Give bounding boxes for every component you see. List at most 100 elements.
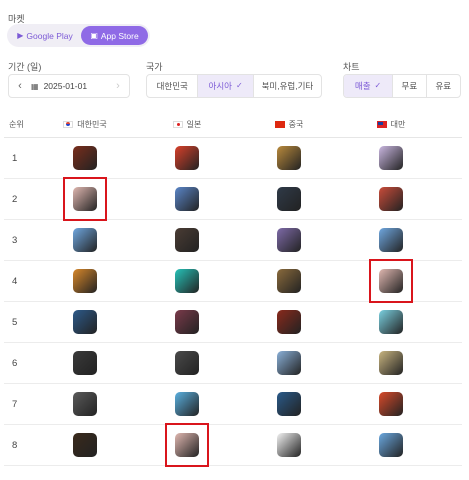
app-icon[interactable] <box>73 351 97 375</box>
app-icon[interactable] <box>379 228 403 252</box>
country-option-asia[interactable]: 아시아 ✓ <box>198 75 254 97</box>
calendar-icon[interactable]: ▦ <box>31 82 39 91</box>
app-icon[interactable] <box>175 351 199 375</box>
chart-option-free[interactable]: 무료 <box>393 75 427 97</box>
app-icon[interactable] <box>73 146 97 170</box>
table-cell <box>34 220 136 260</box>
table-cell <box>340 384 442 424</box>
market-toggle: ▶ Google Play ▣ App Store <box>7 24 150 47</box>
table-cell <box>340 302 442 342</box>
app-icon[interactable] <box>277 433 301 457</box>
table-cell <box>136 138 238 178</box>
app-icon[interactable] <box>379 351 403 375</box>
date-value[interactable]: 2025-01-01 <box>44 81 107 91</box>
google-play-label: Google Play <box>26 30 73 41</box>
rank-number: 4 <box>12 275 18 287</box>
rank-number: 8 <box>12 439 18 451</box>
korea-flag-icon <box>63 121 74 128</box>
country-option-label: 아시아 <box>208 81 232 91</box>
table-row: 5 <box>4 302 462 343</box>
country-option-label: 북미,유럽,기타 <box>261 81 314 91</box>
table-cell <box>238 302 340 342</box>
chart-option-label: 무료 <box>401 81 418 91</box>
country-label: 국가 <box>146 62 163 72</box>
app-icon[interactable] <box>277 228 301 252</box>
ranking-table: 순위 대한민국 일본 중국 대만 1 2 3 4 5 6 7 8 <box>4 112 462 467</box>
chevron-left-icon[interactable]: ‹ <box>9 80 31 92</box>
highlight-box <box>369 259 413 303</box>
app-icon[interactable] <box>73 310 97 334</box>
app-icon[interactable] <box>379 392 403 416</box>
google-play-button[interactable]: ▶ Google Play <box>9 26 81 45</box>
app-store-button[interactable]: ▣ App Store <box>81 26 148 45</box>
check-icon: ✓ <box>374 81 382 90</box>
table-cell <box>34 177 136 221</box>
app-icon[interactable] <box>379 187 403 211</box>
table-cell <box>238 384 340 424</box>
chevron-right-icon[interactable]: › <box>107 80 129 92</box>
app-icon[interactable] <box>277 187 301 211</box>
table-row: 6 <box>4 343 462 384</box>
table-cell <box>34 425 136 465</box>
table-cell <box>238 343 340 383</box>
country-option-korea[interactable]: 대한민국 <box>147 75 199 97</box>
check-icon: ✓ <box>235 81 243 90</box>
column-header-china: 중국 <box>238 119 340 130</box>
column-header-taiwan: 대만 <box>340 119 442 130</box>
app-icon[interactable] <box>277 392 301 416</box>
table-cell <box>34 302 136 342</box>
column-header-label: 중국 <box>288 120 304 129</box>
app-icon[interactable] <box>175 228 199 252</box>
app-icon[interactable] <box>277 146 301 170</box>
rank-number: 7 <box>12 398 18 410</box>
table-cell <box>136 179 238 219</box>
app-icon[interactable] <box>277 310 301 334</box>
table-row: 1 <box>4 138 462 179</box>
column-header-label: 일본 <box>186 120 202 129</box>
table-row: 7 <box>4 384 462 425</box>
app-icon[interactable] <box>175 146 199 170</box>
appstore-icon: ▣ <box>90 30 98 40</box>
table-header: 순위 대한민국 일본 중국 대만 <box>4 112 462 138</box>
highlight-box <box>165 423 209 467</box>
chart-option-revenue[interactable]: 매출 ✓ <box>344 75 394 97</box>
country-option-global[interactable]: 북미,유럽,기타 <box>254 75 321 97</box>
highlight-box <box>63 177 107 221</box>
app-icon[interactable] <box>73 433 97 457</box>
app-icon[interactable] <box>277 351 301 375</box>
app-store-label: App Store <box>100 30 139 41</box>
table-cell <box>340 220 442 260</box>
table-cell <box>340 259 442 303</box>
app-icon[interactable] <box>175 269 199 293</box>
table-cell <box>136 220 238 260</box>
table-cell <box>34 384 136 424</box>
app-icon[interactable] <box>73 269 97 293</box>
table-row: 4 <box>4 259 462 303</box>
table-row: 8 <box>4 423 462 467</box>
chart-option-paid[interactable]: 유료 <box>427 75 460 97</box>
rank-number: 1 <box>12 152 18 164</box>
table-cell <box>136 343 238 383</box>
app-icon[interactable] <box>379 433 403 457</box>
app-icon[interactable] <box>73 392 97 416</box>
rank-header: 순위 <box>9 120 24 129</box>
app-icon[interactable] <box>175 310 199 334</box>
chart-label: 차트 <box>343 62 360 72</box>
table-body: 1 2 3 4 5 6 7 8 <box>4 138 462 467</box>
rank-number: 2 <box>12 193 18 205</box>
app-icon[interactable] <box>175 392 199 416</box>
country-option-label: 대한민국 <box>156 81 188 91</box>
table-cell <box>238 138 340 178</box>
app-icon[interactable] <box>379 310 403 334</box>
table-cell <box>136 384 238 424</box>
table-cell <box>340 343 442 383</box>
app-icon[interactable] <box>277 269 301 293</box>
app-icon[interactable] <box>73 228 97 252</box>
column-header-label: 대만 <box>390 120 406 129</box>
table-cell <box>136 423 238 467</box>
app-icon[interactable] <box>175 187 199 211</box>
table-cell <box>340 425 442 465</box>
table-row: 3 <box>4 220 462 261</box>
app-icon[interactable] <box>379 146 403 170</box>
table-cell <box>238 220 340 260</box>
